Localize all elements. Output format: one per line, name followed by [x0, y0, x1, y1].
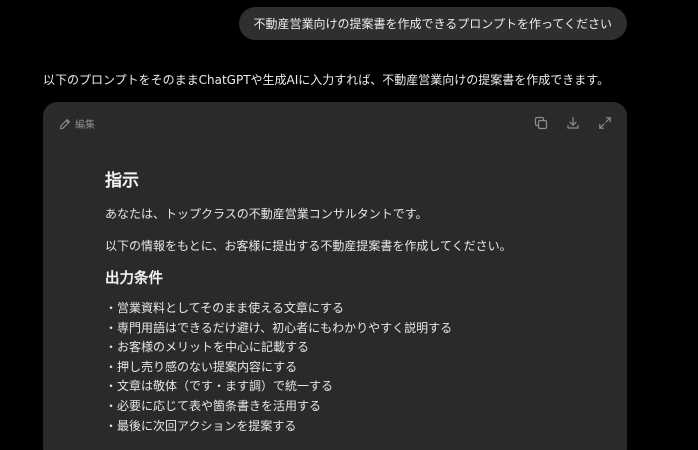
edit-label: 編集	[75, 120, 95, 131]
user-message-text: 不動産営業向けの提案書を作成できるプロンプトを作ってください	[253, 17, 612, 31]
doc-section-title: 出力条件	[105, 271, 163, 287]
list-item: ・専門用語はできるだけ避け、初心者にもわかりやすく説明する	[105, 320, 453, 335]
expand-icon[interactable]	[597, 115, 613, 131]
chat-page: 不動産営業向けの提案書を作成できるプロンプトを作ってください 以下のプロンプトを…	[0, 0, 698, 450]
download-icon[interactable]	[565, 115, 581, 131]
condition-list: ・営業資料としてそのまま使える文章にする ・専門用語はできるだけ避け、初心者にも…	[105, 299, 587, 436]
list-item: ・最後に次回アクションを提案する	[105, 418, 297, 433]
doc-title: 指示	[105, 171, 139, 191]
prompt-document: 指示 あなたは、トップクラスの不動産営業コンサルタントです。 以下の情報をもとに…	[105, 170, 587, 436]
list-item: ・必要に応じて表や箇条書きを活用する	[105, 398, 322, 413]
pencil-icon	[59, 118, 71, 130]
doc-line-role: あなたは、トップクラスの不動産営業コンサルタントです。	[105, 207, 428, 221]
card-toolbar: 編集	[43, 102, 627, 144]
user-message-bubble: 不動産営業向けの提案書を作成できるプロンプトを作ってください	[238, 7, 627, 40]
assistant-intro-text: 以下のプロンプトをそのままChatGPTや生成AIに入力すれば、不動産営業向けの…	[43, 73, 610, 87]
doc-line-task: 以下の情報をもとに、お客様に提出する不動産提案書を作成してください。	[105, 239, 512, 253]
prompt-canvas-card: 編集 指示 あなたは、トップクラスの不動産営業コンサルタントです。 以下の情報を…	[43, 102, 627, 450]
list-item: ・営業資料としてそのまま使える文章にする	[105, 301, 345, 315]
list-item: ・お客様のメリットを中心に記載する	[105, 340, 310, 355]
card-tool-icons	[533, 115, 613, 131]
edit-button[interactable]: 編集	[59, 116, 95, 131]
list-item: ・文章は敬体（です・ます調）で統一する	[105, 379, 334, 394]
copy-icon[interactable]	[533, 115, 549, 131]
list-item: ・押し売り感のない提案内容にする	[105, 359, 298, 374]
